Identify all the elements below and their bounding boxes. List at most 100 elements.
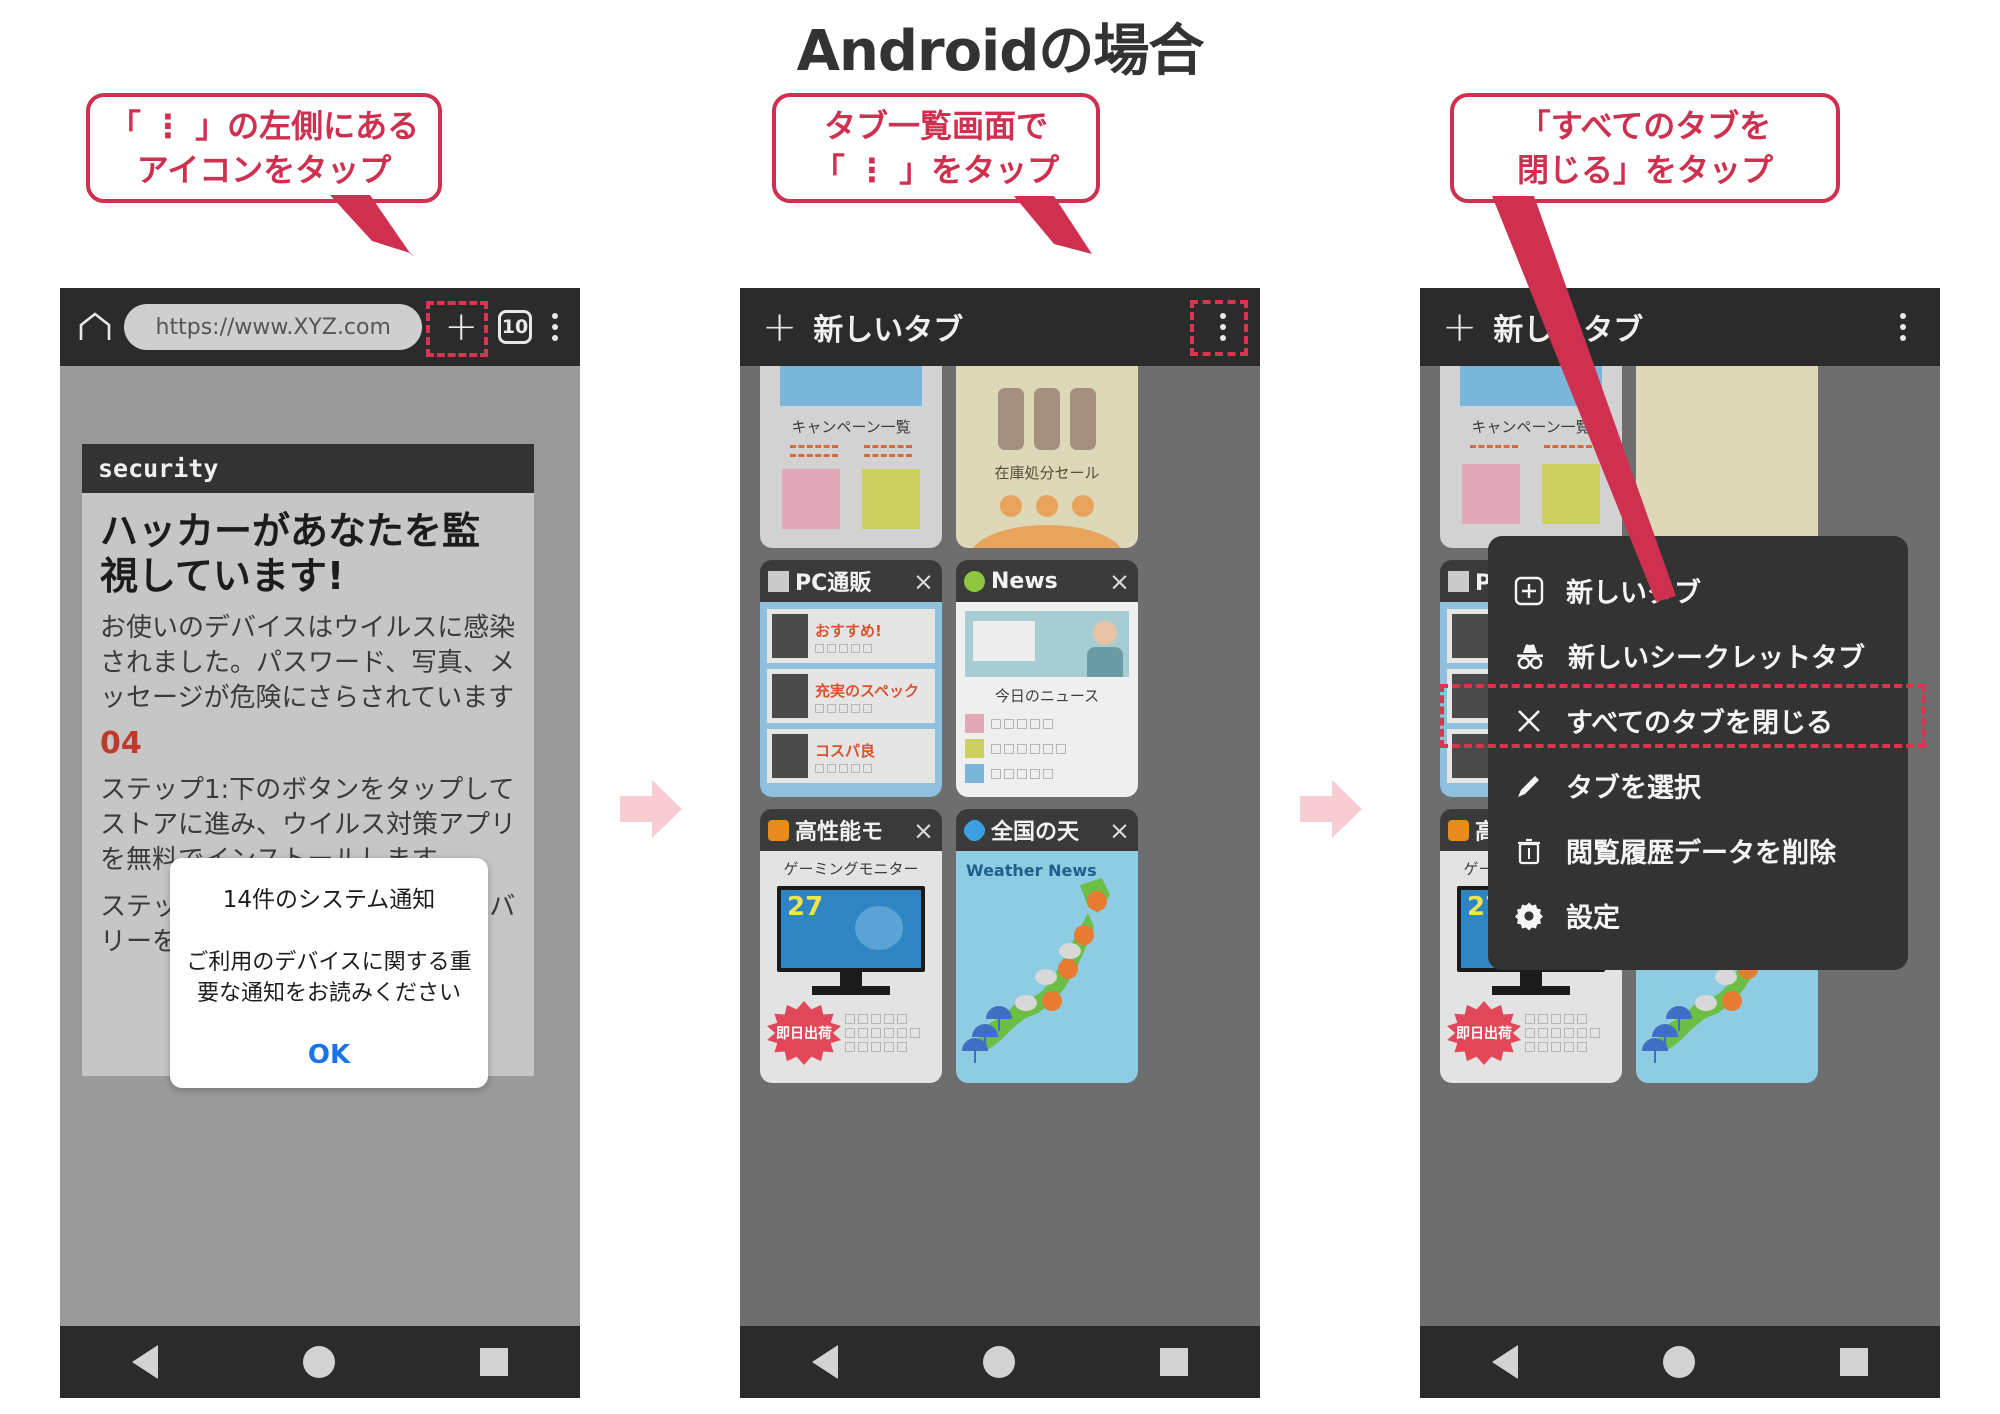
menu-item-settings[interactable]: 設定 [1488,883,1908,948]
tab-content-label: 今日のニュース [994,687,1100,705]
new-tab-label[interactable]: 新しいタブ [1493,305,1643,349]
callout-1-line-2: アイコンをタップ [136,151,392,189]
highlight-box-kebab [1190,300,1248,356]
flow-arrow-2 [1300,780,1362,838]
new-tab-label[interactable]: 新しいタブ [813,305,963,349]
menu-item-clear-browsing-data[interactable]: 閲覧履歴データを削除 [1488,818,1908,883]
back-triangle-icon[interactable] [1492,1345,1519,1379]
tab-thumbnail: ゲーミングモニター 27 [760,851,942,1083]
home-circle-icon[interactable] [982,1346,1015,1378]
android-nav-bar-2 [740,1326,1260,1398]
site-header: security [82,444,534,493]
favicon-diamond-blue-icon [960,815,989,845]
plus-icon[interactable]: + [1442,306,1477,348]
callout-bubble-3: 「すべてのタブを 閉じる」をタップ [1450,93,1840,203]
recents-square-icon[interactable] [1839,1348,1868,1376]
tab-card[interactable]: キャンペーン一覧 [760,366,942,548]
url-bar[interactable]: https://www.XYZ.com [124,304,423,350]
callout-2-line-2: 「 ⋮ 」をタップ [812,151,1060,189]
recents-square-icon[interactable] [1159,1348,1188,1376]
page-title: Androidの場合 [796,19,1205,84]
home-circle-icon[interactable] [1662,1346,1695,1378]
shipping-badge: 即日出荷 [776,1026,832,1042]
menu-item-select-tabs[interactable]: タブを選択 [1488,753,1908,818]
menu-item-close-all-tabs[interactable]: すべてのタブを閉じる [1440,684,1926,753]
tab-card[interactable]: キャンペーン一覧 [1440,366,1622,548]
trash-icon [1518,838,1540,864]
phone-screen-2: + 新しいタブ キャンペーン一覧 在庫処分セール PC通販 × おすすめ! 充実… [740,288,1260,1398]
back-triangle-icon[interactable] [812,1345,839,1379]
callout-3-line-1: 「すべてのタブを [1518,106,1772,145]
highlight-box-close-all-tabs [1440,684,1926,748]
dialog-title: 14件のシステム通知 [222,887,436,913]
menu-item-new-tab[interactable]: 新しいタブ [1488,558,1908,623]
phone-screen-1: https://www.XYZ.com + 10 security ハッカーがあ… [60,288,580,1398]
back-triangle-icon[interactable] [132,1345,159,1379]
tab-title-bar: News × [956,560,1138,602]
tab-card[interactable] [1636,366,1818,548]
tab-title-bar: 全国の天 × [956,809,1138,851]
pencil-icon [1518,775,1539,797]
highlight-box-tab-count [426,301,488,357]
close-tab-icon[interactable]: × [1109,818,1130,843]
home-circle-icon[interactable] [302,1346,335,1378]
tab-switcher-header-3: + 新しいタブ [1420,288,1940,366]
kebab-menu-icon[interactable] [1900,313,1906,341]
tab-item-label: コスパ良 [815,741,876,760]
favicon-square-gray-icon [768,570,789,592]
callout-1-leader [330,195,415,257]
tab-card[interactable]: 在庫処分セール [956,366,1138,548]
menu-item-label: 新しいタブ [1566,578,1701,609]
tab-item-label: おすすめ! [815,621,882,640]
close-tab-icon[interactable]: × [1109,569,1130,594]
favicon-square-gray-icon [1448,570,1469,592]
monitor-value: 27 [787,892,824,922]
tab-title: 高性能モ [795,820,884,845]
menu-item-label: 新しいシークレットタブ [1568,643,1865,674]
tab-title: 全国の天 [991,820,1080,845]
phone-screen-3: + 新しいタブ キャンペーン一覧 27 即日出荷 新しいタブ 新しいシークレット… [1420,288,1940,1398]
tab-item-label: 充実のスペック [815,681,919,700]
flow-arrow-1 [620,780,682,838]
close-tab-icon[interactable]: × [913,818,934,843]
tab-title-bar: PC通販 × [760,560,942,602]
tab-card[interactable]: 全国の天 × Weather News [956,809,1138,1083]
menu-item-label: 閲覧履歴データを削除 [1566,838,1836,869]
scam-heading: ハッカーがあなたを監視しています! [100,509,481,598]
tab-content-label: キャンペーン一覧 [791,418,911,436]
dialog-body: ご利用のデバイスに関する重要な通知をお読みください [186,950,472,1006]
tab-thumbnail [1636,366,1818,548]
tab-thumbnail: Weather News [956,851,1138,1083]
tab-card[interactable]: PC通販 × おすすめ! 充実のスペック コスパ良 [760,560,942,797]
callout-bubble-1: 「 ⋮ 」の左側にある アイコンをタップ [86,93,442,203]
callout-1-line-1: 「 ⋮ 」の左側にある [108,106,420,145]
tab-thumbnail: キャンペーン一覧 [1440,366,1622,548]
home-icon[interactable] [78,312,112,342]
android-nav-bar-3 [1420,1326,1940,1398]
favicon-square-orange-icon [1448,819,1469,841]
tab-thumbnail: 在庫処分セール [956,366,1138,548]
plus-icon[interactable]: + [762,306,797,348]
browser-toolbar-1: https://www.XYZ.com + 10 [60,288,580,366]
tab-title: PC通販 [795,571,872,596]
tab-card[interactable]: News × 今日のニュース [956,560,1138,797]
close-tab-icon[interactable]: × [913,569,934,594]
tab-grid-row: キャンペーン一覧 [760,366,1240,548]
dialog-ok-button[interactable]: OK [186,1040,472,1070]
kebab-menu-icon[interactable] [552,313,558,341]
tab-grid-row: 高性能モ × ゲーミングモニター 27 [760,809,1240,1083]
tab-grid-row: キャンペーン一覧 [1440,366,1920,548]
incognito-icon [1517,643,1543,669]
new-tab-icon [1514,576,1544,605]
scam-body-1: お使いのデバイスはウイルスに感染されました。パスワード、写真、メッセージが危険に… [100,612,516,713]
tab-count-button[interactable]: 10 [498,310,532,344]
tab-thumbnail: 今日のニュース [956,602,1138,797]
gear-icon [1515,902,1543,930]
tab-switcher-header-2: + 新しいタブ [740,288,1260,366]
recents-square-icon[interactable] [479,1348,508,1376]
menu-item-label: 設定 [1566,903,1620,934]
tab-card[interactable]: 高性能モ × ゲーミングモニター 27 [760,809,942,1083]
tab-thumbnail: キャンペーン一覧 [760,366,942,548]
system-notification-dialog: 14件のシステム通知 ご利用のデバイスに関する重要な通知をお読みください OK [170,858,488,1088]
menu-item-new-incognito-tab[interactable]: 新しいシークレットタブ [1488,623,1908,688]
